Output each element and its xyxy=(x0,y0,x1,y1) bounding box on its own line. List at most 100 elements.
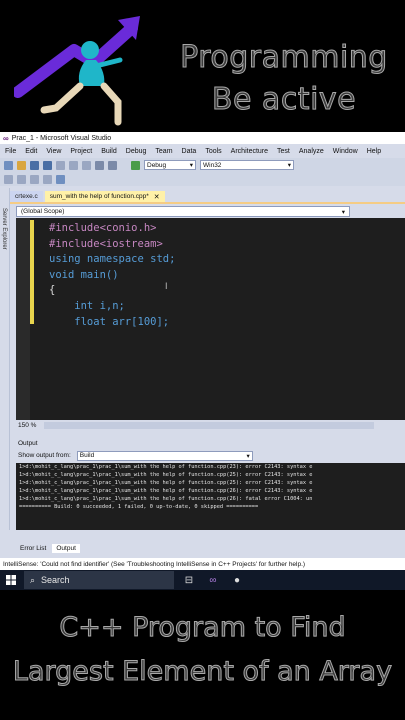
configuration-value: Debug xyxy=(147,161,167,169)
show-output-label: Show output from: xyxy=(18,452,71,459)
task-view-icon[interactable]: ⊟ xyxy=(180,571,198,589)
code-editor[interactable]: #include<conio.h> #include<iostream> using… xyxy=(16,218,405,420)
tab-error-list[interactable]: Error List xyxy=(16,544,50,553)
tab-label: crtexe.c xyxy=(15,193,38,200)
output-source-row: Show output from: Build ▾ xyxy=(16,449,405,462)
output-source-value: Build xyxy=(79,452,95,459)
caption-line-2: Largest Element of an Array xyxy=(12,656,393,688)
windows-start-icon[interactable] xyxy=(6,575,16,585)
new-project-icon[interactable] xyxy=(4,160,13,170)
tab-crtexe[interactable]: crtexe.c xyxy=(10,191,43,202)
save-icon[interactable] xyxy=(30,160,39,170)
menu-project[interactable]: Project xyxy=(70,148,92,155)
menu-build[interactable]: Build xyxy=(101,148,117,155)
open-icon[interactable] xyxy=(17,160,26,170)
menu-debug[interactable]: Debug xyxy=(126,148,147,155)
code-line: void main() xyxy=(49,268,119,281)
code-lines: #include<conio.h> #include<iostream> using… xyxy=(49,221,175,330)
tab-underline xyxy=(10,202,405,204)
menu-data[interactable]: Data xyxy=(182,148,197,155)
server-explorer-label: Server Explorer xyxy=(1,208,7,250)
browser-taskbar-icon[interactable]: ● xyxy=(228,571,246,589)
running-figure-logo xyxy=(14,16,140,126)
search-icon: ⌕ xyxy=(30,574,36,585)
menu-help[interactable]: Help xyxy=(367,148,381,155)
outdent-icon[interactable] xyxy=(43,174,52,184)
visual-studio-taskbar-icon[interactable]: ∞ xyxy=(204,571,222,589)
output-text[interactable]: 1>d:\mohit_c_lang\prac_1\prac_1\sum_with… xyxy=(16,463,405,530)
banner-line-2: Be active xyxy=(211,82,357,118)
scope-value: (Global Scope) xyxy=(21,208,65,215)
standard-toolbar: Debug ▾ Win32 ▾ xyxy=(0,158,405,172)
menu-view[interactable]: View xyxy=(46,148,61,155)
document-tabs: crtexe.c sum_with the help of function.c… xyxy=(10,188,405,202)
save-all-icon[interactable] xyxy=(43,160,52,170)
output-line: 1>d:\mohit_c_lang\prac_1\prac_1\sum_with… xyxy=(19,488,313,495)
platform-value: Win32 xyxy=(203,161,222,169)
chevron-down-icon: ▾ xyxy=(341,208,345,216)
code-line: #include<iostream> xyxy=(49,237,163,250)
output-line: 1>d:\mohit_c_lang\prac_1\prac_1\sum_with… xyxy=(19,464,313,470)
undo-icon[interactable] xyxy=(95,160,104,170)
comment-icon[interactable] xyxy=(4,174,13,184)
uncomment-icon[interactable] xyxy=(17,174,26,184)
bookmark-icon[interactable] xyxy=(56,174,65,184)
indent-icon[interactable] xyxy=(30,174,39,184)
output-line: 1>d:\mohit_c_lang\prac_1\prac_1\sum_with… xyxy=(19,480,313,487)
menu-tools[interactable]: Tools xyxy=(205,148,221,155)
cut-icon[interactable] xyxy=(56,160,65,170)
server-explorer-strip[interactable]: Server Explorer xyxy=(0,188,10,530)
output-line: ========== Build: 0 succeeded, 1 failed,… xyxy=(19,504,259,511)
menu-file[interactable]: File xyxy=(5,148,16,155)
menu-team[interactable]: Team xyxy=(155,148,172,155)
banner-line-1: Programming xyxy=(180,40,388,76)
chevron-down-icon: ▾ xyxy=(287,162,291,169)
text-cursor-icon: I xyxy=(165,281,168,291)
windows-taskbar: ⌕ Search ⊟ ∞ ● xyxy=(0,570,405,590)
zoom-bar: 150 % xyxy=(16,420,405,431)
start-debugging-icon[interactable] xyxy=(131,160,140,170)
code-line: int i,n; xyxy=(49,299,125,312)
title-bar: ∞ Prac_1 - Microsoft Visual Studio xyxy=(0,132,405,144)
horizontal-scrollbar[interactable] xyxy=(44,422,375,429)
menu-edit[interactable]: Edit xyxy=(25,148,37,155)
chevron-down-icon: ▾ xyxy=(246,452,250,460)
code-line: { xyxy=(49,284,56,297)
search-placeholder: Search xyxy=(41,575,70,585)
code-line: float arr[100]; xyxy=(49,315,170,328)
zoom-level[interactable]: 150 % xyxy=(18,422,36,429)
menu-bar: File Edit View Project Build Debug Team … xyxy=(0,145,405,158)
platform-dropdown[interactable]: Win32 ▾ xyxy=(200,160,294,170)
chevron-down-icon: ▾ xyxy=(189,162,193,169)
text-editor-toolbar xyxy=(0,172,405,186)
menu-window[interactable]: Window xyxy=(333,148,358,155)
menu-architecture[interactable]: Architecture xyxy=(231,148,268,155)
output-source-dropdown[interactable]: Build ▾ xyxy=(76,450,253,461)
output-title: Output xyxy=(18,440,38,447)
editor-margin xyxy=(16,218,30,420)
configuration-dropdown[interactable]: Debug ▾ xyxy=(144,160,196,170)
visual-studio-icon: ∞ xyxy=(3,133,9,143)
banner: Programming Be active xyxy=(0,0,405,132)
close-icon[interactable]: ✕ xyxy=(154,193,160,201)
window-title: Prac_1 - Microsoft Visual Studio xyxy=(11,134,112,142)
redo-icon[interactable] xyxy=(108,160,117,170)
caption-line-1: C++ Program to Find xyxy=(59,612,346,644)
output-line: 1>d:\mohit_c_lang\prac_1\prac_1\sum_with… xyxy=(19,472,313,479)
status-bar: IntelliSense: 'Could not find identifier… xyxy=(0,558,405,570)
bottom-tool-tabs: Error List Output xyxy=(16,542,82,554)
paste-icon[interactable] xyxy=(82,160,91,170)
tab-output[interactable]: Output xyxy=(52,543,80,553)
change-tracking-bar xyxy=(30,220,34,324)
scope-dropdown[interactable]: (Global Scope) ▾ xyxy=(16,206,350,217)
tab-label: sum_with the help of function.cpp* xyxy=(49,193,149,200)
output-line: 1>d:\mohit_c_lang\prac_1\prac_1\sum_with… xyxy=(19,496,313,503)
code-line: #include<conio.h> xyxy=(49,222,157,234)
status-text: IntelliSense: 'Could not find identifier… xyxy=(3,560,306,568)
taskbar-search-box[interactable]: ⌕ Search xyxy=(24,571,174,589)
copy-icon[interactable] xyxy=(69,160,78,170)
menu-analyze[interactable]: Analyze xyxy=(299,148,324,155)
tab-sum-function-cpp[interactable]: sum_with the help of function.cpp* ✕ xyxy=(44,191,165,202)
visual-studio-window: ∞ Prac_1 - Microsoft Visual Studio File … xyxy=(0,132,405,570)
menu-test[interactable]: Test xyxy=(277,148,290,155)
